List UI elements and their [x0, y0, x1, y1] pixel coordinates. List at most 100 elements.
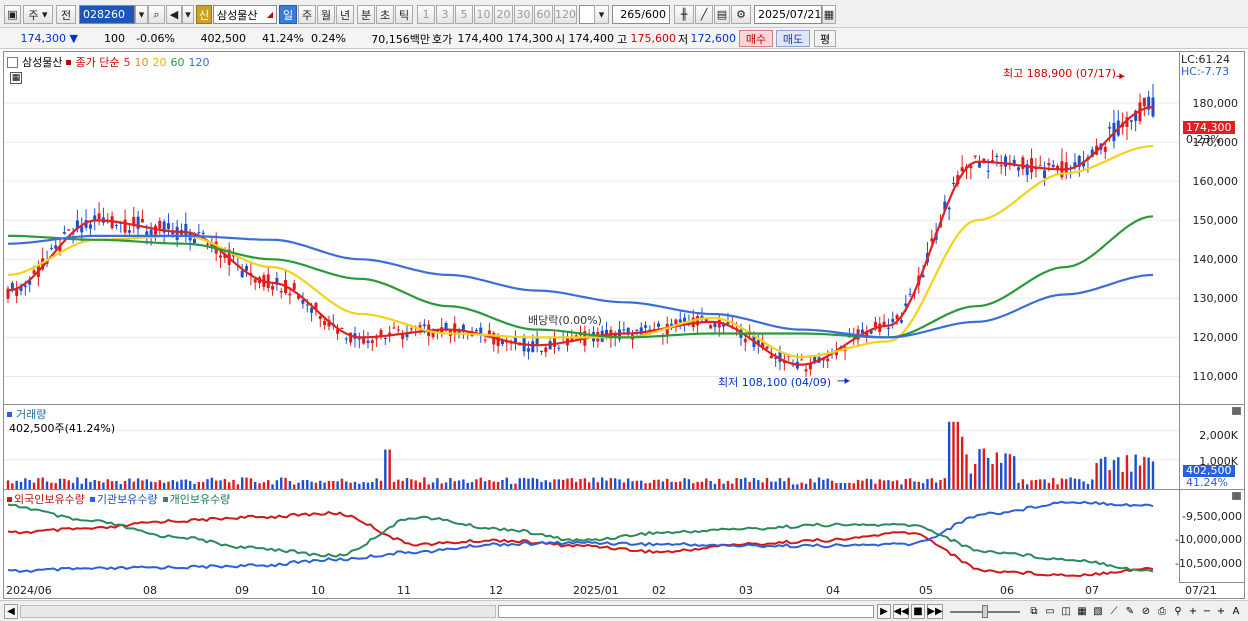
font-size-icon[interactable]: A — [1229, 604, 1243, 619]
volume-bar — [384, 449, 387, 489]
volume-bar — [592, 477, 595, 489]
prev-button[interactable]: 전 — [56, 5, 76, 24]
custom-interval-dropdown-icon[interactable]: ▾ — [594, 5, 609, 24]
grid-toggle-icon[interactable]: ▦ — [10, 72, 22, 84]
price-pane[interactable]: 삼성물산 종가 단순 5 10 20 60 120 ▦ 최고 188,900 (… — [4, 52, 1179, 404]
speaker-dropdown-icon[interactable]: ▾ — [182, 5, 194, 24]
fast-forward-icon[interactable]: ▶▶ — [927, 604, 943, 619]
lock-icon[interactable]: ⊘ — [1139, 604, 1153, 619]
legend-individual-icon — [162, 496, 168, 502]
volume-pane[interactable]: 거래량 402,500주(41.24%) — [4, 405, 1179, 489]
image-icon[interactable]: ▧ — [1091, 604, 1105, 619]
candle-body — [383, 338, 387, 340]
volume-bar — [327, 480, 331, 489]
interval-120-button[interactable]: 120 — [554, 5, 577, 24]
zoom-out-icon[interactable]: − — [1201, 604, 1213, 619]
legend-ma60: 60 — [170, 55, 185, 69]
volume-bar — [149, 481, 153, 489]
scroll-left-icon[interactable]: ◀ — [4, 604, 18, 619]
candle-body — [279, 291, 283, 293]
magnifier-icon[interactable]: ⚲ — [1171, 604, 1185, 619]
period-tick-button[interactable]: 틱 — [395, 5, 413, 24]
volume-pane-close-icon[interactable] — [1232, 407, 1241, 415]
volume-bar — [171, 480, 175, 489]
price-axis[interactable]: LC:61.24 HC:-7.73 180,000 170,000 160,00… — [1175, 51, 1245, 583]
interval-10-button[interactable]: 10 — [474, 5, 493, 24]
volume-bar — [58, 478, 62, 489]
period-day-button[interactable]: 일 — [279, 5, 297, 24]
trend-line-icon[interactable]: ⟋ — [1107, 604, 1121, 619]
zoom-in-icon[interactable]: + — [1187, 604, 1199, 619]
legend-box-icon[interactable] — [7, 56, 18, 68]
candle-body — [999, 165, 1003, 167]
scroll-thumb[interactable] — [498, 605, 874, 618]
copy-icon[interactable]: ⧉ — [1027, 604, 1041, 619]
date-input[interactable]: 2025/07/21 — [754, 5, 822, 24]
period-month-button[interactable]: 월 — [317, 5, 335, 24]
stock-name-field[interactable]: 삼성물산 ◢ — [213, 5, 277, 24]
x-label-0721: 07/21 — [1185, 584, 1217, 597]
volume-bar — [679, 481, 682, 489]
volume-bar — [774, 481, 777, 489]
code-dropdown-icon[interactable]: ▾ — [135, 5, 148, 24]
volume-bar — [705, 478, 708, 489]
chart-area[interactable]: 삼성물산 종가 단순 5 10 20 60 120 ▦ 최고 188,900 (… — [3, 51, 1180, 583]
rewind-icon[interactable]: ◀◀ — [893, 604, 909, 619]
interval-60-button[interactable]: 60 — [534, 5, 553, 24]
period-select[interactable]: 주 ▾ — [23, 5, 53, 24]
volume-bar — [709, 480, 712, 489]
zoom-slider-handle[interactable] — [982, 605, 988, 618]
candle-body — [158, 220, 162, 229]
holding-pane[interactable]: 외국인보유수량 기관보유수량 개인보유수량 — [4, 490, 1179, 583]
candle-type-icon[interactable]: ╫ — [674, 5, 694, 24]
interval-1-button[interactable]: 1 — [417, 5, 435, 24]
holding-pane-close-icon[interactable] — [1232, 492, 1241, 500]
split-icon[interactable]: ◫ — [1059, 604, 1073, 619]
volume-bar — [453, 481, 456, 489]
stock-code-input[interactable]: 028260 — [79, 5, 135, 24]
buy-button[interactable]: 매수 — [739, 30, 773, 47]
period-year-button[interactable]: 년 — [336, 5, 354, 24]
interval-3-button[interactable]: 3 — [436, 5, 454, 24]
candle-body — [1021, 157, 1025, 170]
candle-body — [375, 338, 379, 340]
window-icon[interactable]: ▭ — [1043, 604, 1057, 619]
volume-chart-svg[interactable] — [4, 405, 1179, 489]
volume-bar — [518, 478, 521, 489]
open-price: 174,400 — [568, 32, 615, 45]
volume-bar — [1134, 454, 1137, 489]
candle-body — [557, 347, 561, 349]
scroll-track[interactable] — [20, 605, 496, 618]
table-icon[interactable]: ▦ — [1075, 604, 1089, 619]
pen-icon[interactable]: ✎ — [1123, 604, 1137, 619]
period-minute-button[interactable]: 분 — [357, 5, 375, 24]
price-chart-svg[interactable] — [4, 52, 1179, 404]
volume-bar — [462, 479, 465, 489]
volume-bar — [587, 482, 591, 489]
print-icon[interactable]: ⎙ — [1155, 604, 1169, 619]
candle-body — [899, 320, 903, 323]
volume-bar — [1125, 455, 1129, 489]
interval-5-button[interactable]: 5 — [455, 5, 473, 24]
scroll-right-icon[interactable]: ▶ — [877, 604, 891, 619]
sell-button[interactable]: 매도 — [776, 30, 810, 47]
calendar-icon[interactable]: ▦ — [822, 5, 836, 24]
period-week-button[interactable]: 주 — [298, 5, 316, 24]
speaker-icon[interactable]: ◀ — [166, 5, 182, 24]
layout-icon[interactable]: ▣ — [4, 5, 21, 24]
stop-icon[interactable]: ■ — [911, 604, 925, 619]
save-icon[interactable]: ▤ — [714, 5, 730, 24]
period-month-label: 월 — [320, 8, 332, 22]
evaluation-button[interactable]: 평 — [814, 30, 836, 47]
draw-tool-icon[interactable]: ╱ — [695, 5, 713, 24]
settings-gear-icon[interactable]: ⚙ — [731, 5, 751, 24]
volume-bar — [28, 479, 31, 489]
search-icon[interactable]: ⌕ — [148, 5, 165, 24]
period-second-button[interactable]: 초 — [376, 5, 394, 24]
x-label-05: 05 — [919, 584, 933, 597]
interval-20-button[interactable]: 20 — [494, 5, 513, 24]
count-input[interactable]: 265/600 — [612, 5, 670, 24]
expand-icon[interactable]: + — [1215, 604, 1227, 619]
volume-bar — [869, 479, 873, 489]
interval-30-button[interactable]: 30 — [514, 5, 533, 24]
